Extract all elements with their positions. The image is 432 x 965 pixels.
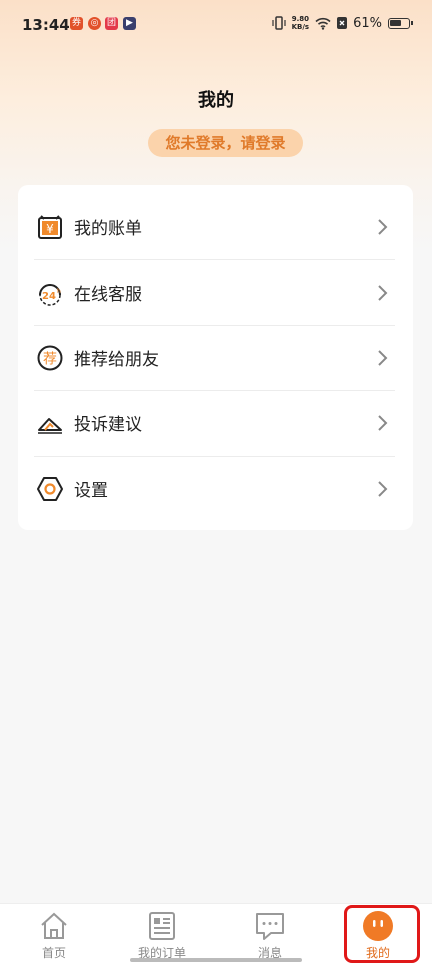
wifi-icon xyxy=(315,17,331,30)
tab-messages[interactable]: 消息 xyxy=(216,904,324,965)
notification-app-icon: ◎ xyxy=(88,17,101,30)
orders-icon xyxy=(149,912,175,940)
chevron-right-icon xyxy=(378,218,388,235)
battery-percent: 61% xyxy=(353,15,382,31)
menu-item-label: 设置 xyxy=(74,481,108,501)
vibrate-icon xyxy=(272,16,286,30)
tab-home[interactable]: 首页 xyxy=(0,904,108,965)
chevron-right-icon xyxy=(378,480,388,497)
bill-icon: ¥ xyxy=(38,214,62,239)
menu-item-label: 投诉建议 xyxy=(74,415,142,435)
recommend-icon: 荐 xyxy=(37,345,63,370)
network-speed: 9.80 KB/s xyxy=(291,15,310,31)
menu-card: ¥ 我的账单 24 h 在线客服 荐 推荐给朋友 投诉建议 设置 xyxy=(18,185,413,530)
home-indicator[interactable] xyxy=(130,958,302,962)
tab-label: 首页 xyxy=(41,946,66,960)
battery-icon xyxy=(388,17,413,29)
chevron-right-icon xyxy=(378,284,388,301)
menu-item-label: 我的账单 xyxy=(74,219,142,239)
feedback-icon xyxy=(38,417,62,434)
sim-icon xyxy=(337,17,348,29)
svg-text:¥: ¥ xyxy=(46,222,54,236)
menu-item-settings[interactable]: 设置 xyxy=(18,456,413,521)
menu-item-label: 推荐给朋友 xyxy=(74,350,159,370)
home-icon xyxy=(41,912,67,939)
login-button[interactable]: 您未登录，请登录 xyxy=(148,129,303,157)
menu-item-customer-service[interactable]: 24 h 在线客服 xyxy=(18,260,413,325)
chevron-right-icon xyxy=(378,349,388,366)
status-time: 13:44 xyxy=(22,16,70,34)
notification-app-icon: 团 xyxy=(105,17,118,30)
notification-app-icon: ▶ xyxy=(123,17,136,30)
tab-orders[interactable]: 我的订单 xyxy=(108,904,216,965)
menu-item-bill[interactable]: ¥ 我的账单 xyxy=(18,194,413,259)
menu-item-recommend[interactable]: 荐 推荐给朋友 xyxy=(18,325,413,390)
settings-icon xyxy=(37,476,63,501)
customer-service-24h-icon: 24 h xyxy=(39,283,61,306)
message-icon xyxy=(256,913,284,940)
svg-text:荐: 荐 xyxy=(43,351,57,367)
status-bar: 13:44 券 ◎ 团 ▶ 9.80 KB/s 61% xyxy=(0,0,432,52)
svg-text:24: 24 xyxy=(42,291,56,302)
menu-item-feedback[interactable]: 投诉建议 xyxy=(18,390,413,455)
svg-text:h: h xyxy=(57,288,61,295)
menu-item-label: 在线客服 xyxy=(74,285,142,305)
page-title: 我的 xyxy=(198,90,234,111)
notification-app-icon: 券 xyxy=(70,17,83,30)
highlight-box xyxy=(344,905,420,963)
chevron-right-icon xyxy=(378,414,388,431)
